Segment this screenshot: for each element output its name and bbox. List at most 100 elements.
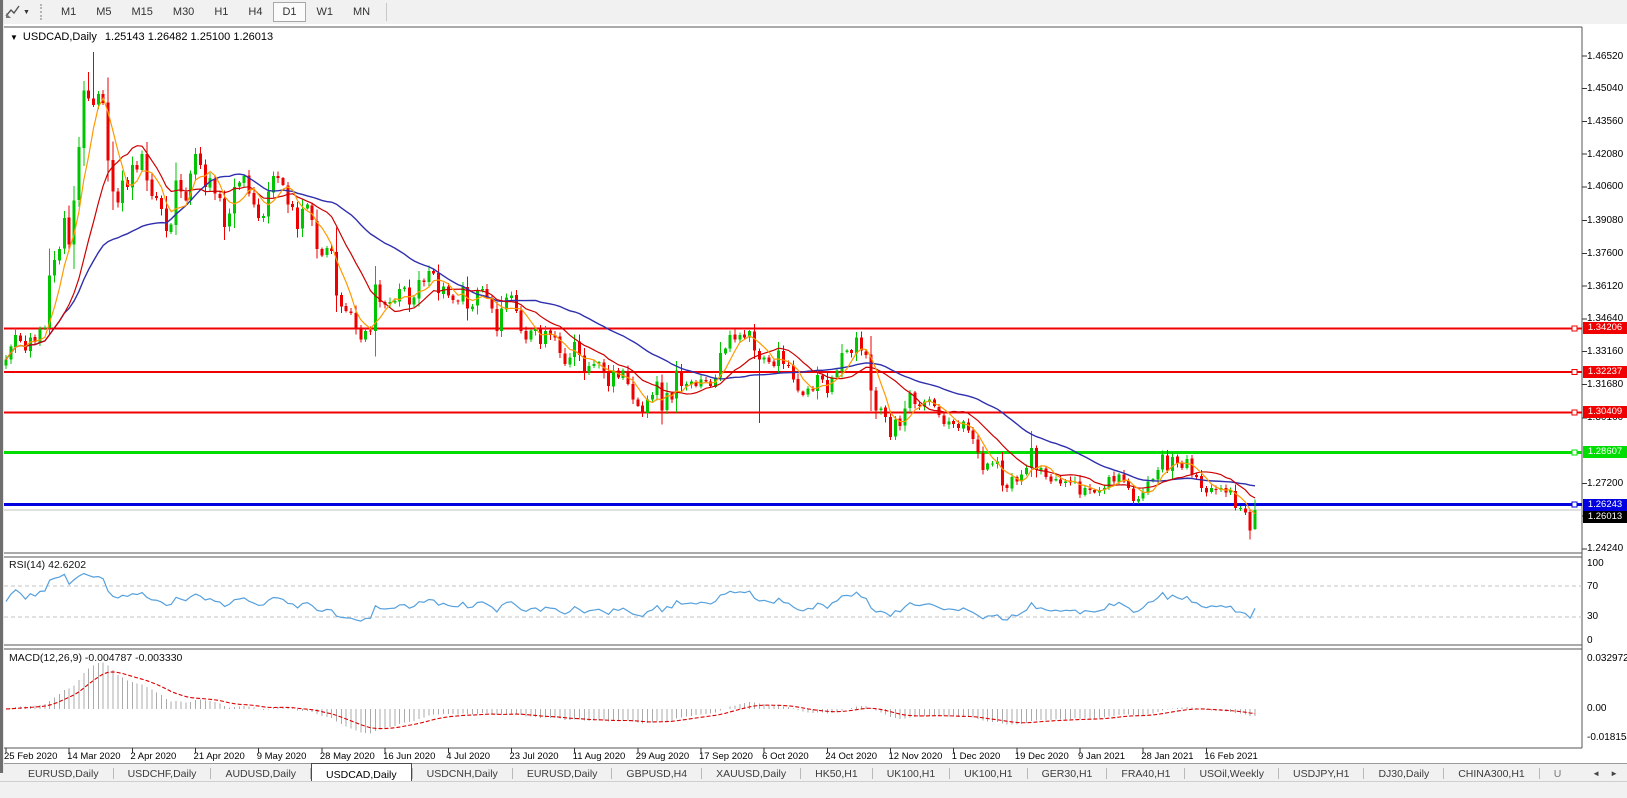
level-price-label: 1.26243 bbox=[1583, 499, 1627, 511]
timeframe-button-m30[interactable]: M30 bbox=[164, 2, 203, 22]
top-toolbar: ▼ M1M5M15M30H1H4D1W1MN bbox=[0, 0, 1627, 25]
date-tick-label: 12 Nov 2020 bbox=[889, 751, 943, 762]
tab-gbpusd-h4[interactable]: GBPUSD,H4 bbox=[612, 764, 701, 782]
toolbar-separator bbox=[386, 3, 387, 21]
tab-uk100-h1[interactable]: UK100,H1 bbox=[873, 764, 949, 782]
chart-draw-tool-icon[interactable] bbox=[4, 4, 22, 20]
date-tick-label: 1 Dec 2020 bbox=[952, 751, 1001, 762]
price-tick-label: 1.27200 bbox=[1587, 478, 1623, 489]
macd-tick-label: -0.018154 bbox=[1587, 732, 1627, 743]
timeframe-button-w1[interactable]: W1 bbox=[308, 2, 343, 22]
tab-partial[interactable]: U bbox=[1540, 764, 1564, 782]
current-price-label: 1.26013 bbox=[1583, 511, 1627, 523]
date-tick-label: 17 Sep 2020 bbox=[699, 751, 753, 762]
toolbar-grip[interactable] bbox=[40, 4, 45, 20]
date-tick-label: 2 Apr 2020 bbox=[130, 751, 176, 762]
level-line-handle[interactable] bbox=[1572, 502, 1577, 507]
price-tick-label: 1.33160 bbox=[1587, 346, 1623, 357]
tab-uk100-h1[interactable]: UK100,H1 bbox=[950, 764, 1026, 782]
tab-usoil-weekly[interactable]: USOil,Weekly bbox=[1185, 764, 1278, 782]
tab-audusd-daily[interactable]: AUDUSD,Daily bbox=[211, 764, 310, 782]
chart-symbol-label: USDCAD,Daily bbox=[23, 31, 97, 43]
date-tick-label: 11 Aug 2020 bbox=[573, 751, 626, 762]
level-line-handle[interactable] bbox=[1572, 450, 1577, 455]
tab-usdjpy-h1[interactable]: USDJPY,H1 bbox=[1279, 764, 1363, 782]
tab-fra40-h1[interactable]: FRA40,H1 bbox=[1107, 764, 1184, 782]
timeframe-button-d1[interactable]: D1 bbox=[273, 2, 305, 22]
level-price-label: 1.32237 bbox=[1583, 366, 1627, 378]
timeframe-button-m15[interactable]: M15 bbox=[123, 2, 162, 22]
price-tick-label: 1.43560 bbox=[1587, 116, 1623, 127]
macd-label: MACD(12,26,9) -0.004787 -0.003330 bbox=[9, 652, 182, 664]
date-tick-label: 29 Aug 2020 bbox=[636, 751, 689, 762]
rsi-label: RSI(14) 42.6202 bbox=[9, 559, 86, 571]
date-tick-label: 9 May 2020 bbox=[257, 751, 307, 762]
rsi-tick-label: 30 bbox=[1587, 611, 1598, 622]
timeframe-button-h4[interactable]: H4 bbox=[239, 2, 271, 22]
tab-usdcad-daily[interactable]: USDCAD,Daily bbox=[311, 763, 412, 782]
tab-usdchf-daily[interactable]: USDCHF,Daily bbox=[114, 764, 211, 782]
date-tick-label: 28 Jan 2021 bbox=[1141, 751, 1193, 762]
price-tick-label: 1.24240 bbox=[1587, 543, 1623, 554]
tab-hk50-h1[interactable]: HK50,H1 bbox=[801, 764, 872, 782]
tab-usdcnh-daily[interactable]: USDCNH,Daily bbox=[413, 764, 512, 782]
price-tick-label: 1.40600 bbox=[1587, 181, 1623, 192]
tab-ger30-h1[interactable]: GER30,H1 bbox=[1028, 764, 1107, 782]
chart-tab-bar: EURUSD,DailyUSDCHF,DailyAUDUSD,DailyUSDC… bbox=[0, 763, 1627, 782]
level-price-label: 1.34206 bbox=[1583, 322, 1627, 334]
price-tick-label: 1.36120 bbox=[1587, 281, 1623, 292]
timeframe-button-m5[interactable]: M5 bbox=[87, 2, 120, 22]
level-price-label: 1.28607 bbox=[1583, 446, 1627, 458]
collapse-arrow-icon[interactable]: ▼ bbox=[10, 33, 18, 42]
date-tick-label: 14 Mar 2020 bbox=[67, 751, 120, 762]
tab-eurusd-daily[interactable]: EURUSD,Daily bbox=[14, 764, 113, 782]
ma-slow-line bbox=[6, 174, 1255, 486]
price-tick-label: 1.31680 bbox=[1587, 379, 1623, 390]
price-tick-label: 1.39080 bbox=[1587, 215, 1623, 226]
tab-eurusd-daily[interactable]: EURUSD,Daily bbox=[513, 764, 612, 782]
level-line-handle[interactable] bbox=[1572, 326, 1577, 331]
rsi-tick-label: 100 bbox=[1587, 558, 1604, 569]
tabs-scroll-left-icon[interactable]: ◄ bbox=[1587, 769, 1605, 778]
price-chart-canvas[interactable] bbox=[0, 24, 1627, 763]
date-tick-label: 4 Jul 2020 bbox=[446, 751, 490, 762]
tabs-scroll-right-icon[interactable]: ► bbox=[1605, 769, 1623, 778]
macd-signal-line bbox=[6, 672, 1255, 729]
macd-tick-label: 0.00 bbox=[1587, 703, 1606, 714]
macd-values: -0.004787 -0.003330 bbox=[85, 652, 183, 664]
rsi-line bbox=[6, 574, 1255, 622]
price-tick-label: 1.37600 bbox=[1587, 248, 1623, 259]
tab-dj30-daily[interactable]: DJ30,Daily bbox=[1364, 764, 1443, 782]
rsi-tick-label: 70 bbox=[1587, 581, 1598, 592]
date-tick-label: 24 Oct 2020 bbox=[825, 751, 877, 762]
date-tick-label: 25 Feb 2020 bbox=[4, 751, 57, 762]
macd-tick-label: 0.032972 bbox=[1587, 653, 1627, 664]
window-left-border bbox=[0, 0, 4, 773]
date-tick-label: 28 May 2020 bbox=[320, 751, 375, 762]
chart-window[interactable]: ▼ USDCAD,Daily 1.25143 1.26482 1.25100 1.2… bbox=[0, 24, 1627, 763]
candles-group bbox=[5, 52, 1257, 539]
price-tick-label: 1.42080 bbox=[1587, 149, 1623, 160]
price-tick-label: 1.45040 bbox=[1587, 83, 1623, 94]
level-price-label: 1.30409 bbox=[1583, 406, 1627, 418]
level-line-handle[interactable] bbox=[1572, 410, 1577, 415]
chart-title: ▼ USDCAD,Daily 1.25143 1.26482 1.25100 1.2… bbox=[10, 31, 273, 43]
date-tick-label: 23 Jul 2020 bbox=[509, 751, 558, 762]
date-tick-label: 9 Jan 2021 bbox=[1078, 751, 1125, 762]
tab-china300-h1[interactable]: CHINA300,H1 bbox=[1444, 764, 1539, 782]
date-tick-label: 6 Oct 2020 bbox=[762, 751, 808, 762]
timeframe-button-h1[interactable]: H1 bbox=[205, 2, 237, 22]
timeframe-buttons: M1M5M15M30H1H4D1W1MN bbox=[51, 2, 380, 22]
timeframe-button-m1[interactable]: M1 bbox=[52, 2, 85, 22]
rsi-tick-label: 0 bbox=[1587, 635, 1593, 646]
date-tick-label: 16 Jun 2020 bbox=[383, 751, 435, 762]
chart-ohlc-values: 1.25143 1.26482 1.25100 1.26013 bbox=[105, 31, 273, 43]
tool-dropdown-icon[interactable]: ▼ bbox=[23, 9, 30, 16]
date-tick-label: 19 Dec 2020 bbox=[1015, 751, 1069, 762]
timeframe-button-mn[interactable]: MN bbox=[344, 2, 379, 22]
level-line-handle[interactable] bbox=[1572, 370, 1577, 375]
date-tick-label: 21 Apr 2020 bbox=[194, 751, 245, 762]
price-tick-label: 1.46520 bbox=[1587, 51, 1623, 62]
tab-xauusd-daily[interactable]: XAUUSD,Daily bbox=[702, 764, 800, 782]
rsi-value: 42.6202 bbox=[48, 559, 86, 571]
